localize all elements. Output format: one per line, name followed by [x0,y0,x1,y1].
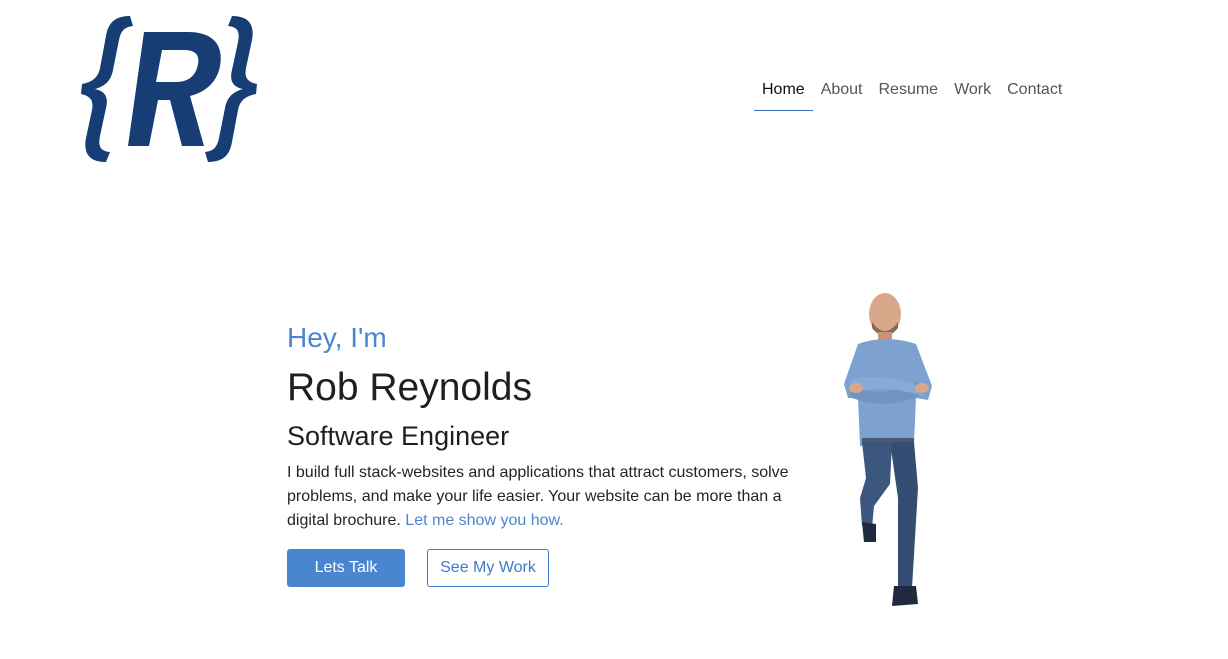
main-nav: Home About Resume Work Contact [754,76,1070,111]
hero-greeting: Hey, I'm [287,322,387,353]
show-me-link[interactable]: Let me show you how. [405,512,563,529]
nav-contact[interactable]: Contact [999,76,1070,111]
see-my-work-button[interactable]: See My Work [427,549,549,587]
logo-letter-r [128,32,221,146]
hero-section: Hey, I'm Rob Reynolds Software Engineer … [287,320,827,587]
lets-talk-button[interactable]: Lets Talk [287,549,405,587]
portrait-photo [844,293,932,606]
hero-title: Software Engineer [287,421,510,451]
nav-home[interactable]: Home [754,76,813,111]
nav-resume[interactable]: Resume [871,76,947,111]
hero-name: Rob Reynolds [287,366,532,409]
hero-buttons: Lets Talk See My Work [287,549,827,587]
page: Home About Resume Work Contact Hey, I'm … [0,0,1228,659]
hero-description: I build full stack-websites and applicat… [287,461,827,533]
logo-left-brace [81,16,133,162]
nav-work[interactable]: Work [946,76,999,111]
logo-right-brace [205,16,257,162]
nav-about[interactable]: About [813,76,871,111]
brand-logo[interactable] [78,14,266,164]
